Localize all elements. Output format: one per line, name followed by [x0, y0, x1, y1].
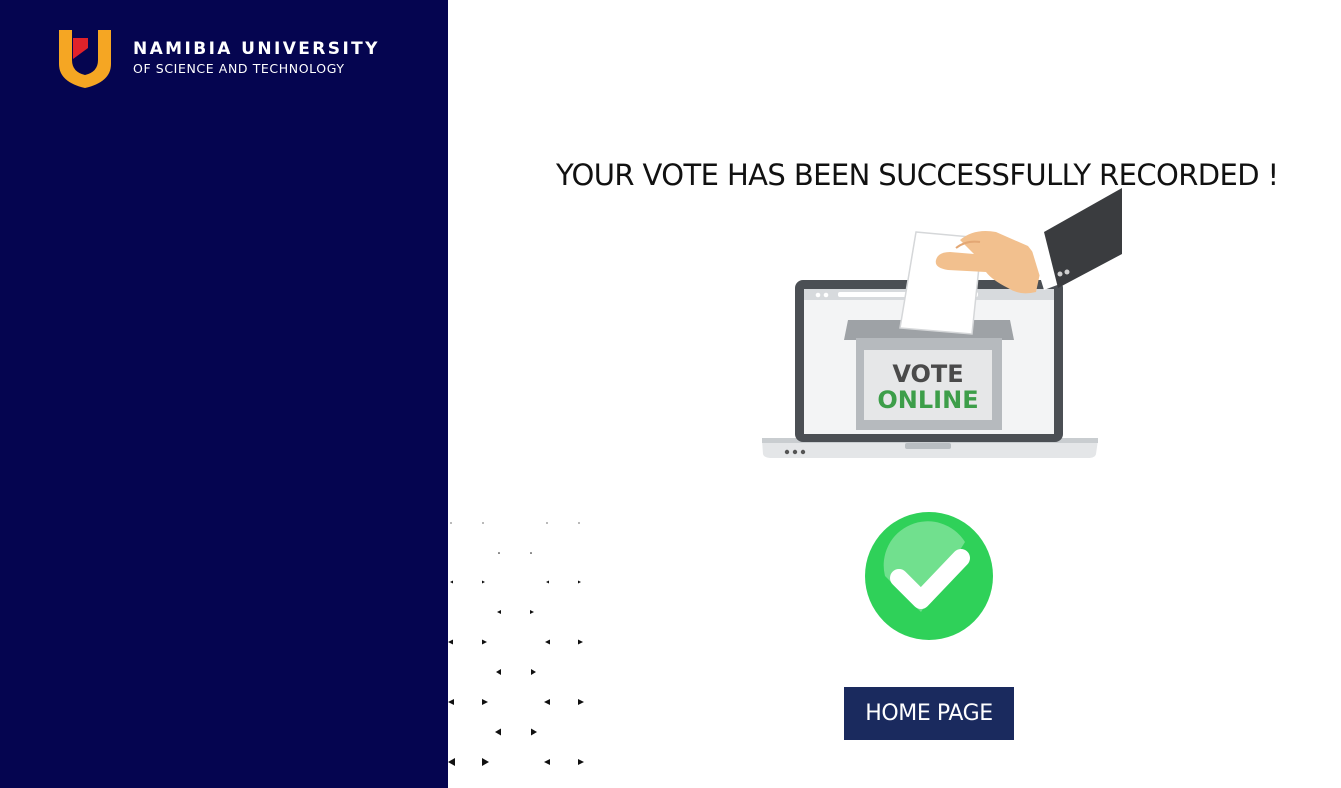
- check-circle-icon: [865, 512, 993, 640]
- box-label-vote: VOTE: [892, 360, 963, 388]
- sidebar: NAMIBIA UNIVERSITY OF SCIENCE AND TECHNO…: [0, 0, 448, 788]
- decorative-dot-pattern: [448, 522, 584, 766]
- box-label-online: ONLINE: [877, 386, 978, 414]
- vote-online-illustration: VOTE ONLINE: [762, 188, 1122, 458]
- university-shield-icon: [59, 30, 111, 88]
- home-page-button[interactable]: HOME PAGE: [844, 687, 1014, 740]
- university-subtitle: OF SCIENCE AND TECHNOLOGY: [133, 61, 345, 76]
- university-logo[interactable]: NAMIBIA UNIVERSITY OF SCIENCE AND TECHNO…: [55, 26, 380, 90]
- university-name: NAMIBIA UNIVERSITY: [133, 39, 380, 59]
